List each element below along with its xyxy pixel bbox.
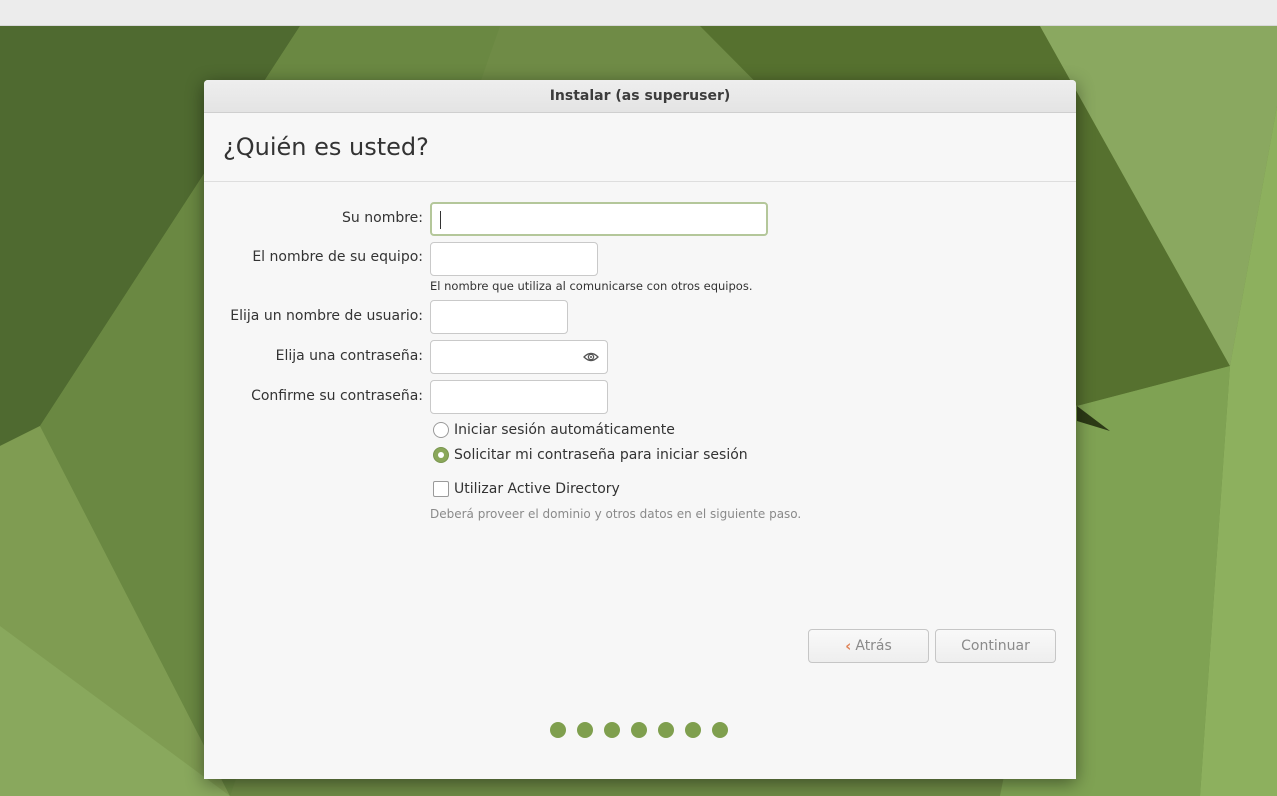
progress-dot xyxy=(658,722,674,738)
window-title: Instalar (as superuser) xyxy=(549,88,731,104)
eye-icon[interactable] xyxy=(583,350,599,364)
username-input[interactable] xyxy=(430,300,568,334)
password-input[interactable] xyxy=(430,340,608,374)
auto-login-label: Iniciar sesión automáticamente xyxy=(454,422,675,438)
active-directory-hint: Deberá proveer el dominio y otros datos … xyxy=(430,507,802,521)
require-password-radio[interactable] xyxy=(433,447,449,463)
installer-window: Instalar (as superuser) ¿Quién es usted?… xyxy=(204,80,1076,779)
progress-dot xyxy=(712,722,728,738)
require-password-option[interactable]: Solicitar mi contraseña para iniciar ses… xyxy=(433,447,748,463)
page-header: ¿Quién es usted? xyxy=(204,113,1076,182)
auto-login-radio[interactable] xyxy=(433,422,449,438)
top-panel xyxy=(0,0,1277,26)
auto-login-option[interactable]: Iniciar sesión automáticamente xyxy=(433,422,675,438)
title-bar[interactable]: Instalar (as superuser) xyxy=(204,80,1076,113)
active-directory-option[interactable]: Utilizar Active Directory xyxy=(433,481,620,497)
continue-button[interactable]: Continuar xyxy=(935,629,1056,663)
progress-dot xyxy=(631,722,647,738)
back-button-label: Atrás xyxy=(855,638,892,654)
confirm-password-input[interactable] xyxy=(430,380,608,414)
require-password-label: Solicitar mi contraseña para iniciar ses… xyxy=(454,447,748,463)
progress-dot xyxy=(577,722,593,738)
progress-dot xyxy=(685,722,701,738)
active-directory-checkbox[interactable] xyxy=(433,481,449,497)
confirm-password-label: Confirme su contraseña: xyxy=(251,388,423,404)
page-title: ¿Quién es usted? xyxy=(223,133,429,161)
password-label: Elija una contraseña: xyxy=(275,348,423,364)
progress-dots xyxy=(550,722,728,738)
active-directory-label: Utilizar Active Directory xyxy=(454,481,620,497)
username-label: Elija un nombre de usuario: xyxy=(230,308,423,324)
computer-name-label: El nombre de su equipo: xyxy=(252,249,423,265)
progress-dot xyxy=(604,722,620,738)
continue-button-label: Continuar xyxy=(961,638,1030,654)
text-caret xyxy=(440,211,441,229)
name-input[interactable] xyxy=(430,202,768,236)
computer-name-hint: El nombre que utiliza al comunicarse con… xyxy=(430,279,753,293)
back-button[interactable]: ‹ Atrás xyxy=(808,629,929,663)
progress-dot xyxy=(550,722,566,738)
chevron-left-icon: ‹ xyxy=(845,637,852,655)
computer-name-input[interactable] xyxy=(430,242,598,276)
name-label: Su nombre: xyxy=(342,210,423,226)
